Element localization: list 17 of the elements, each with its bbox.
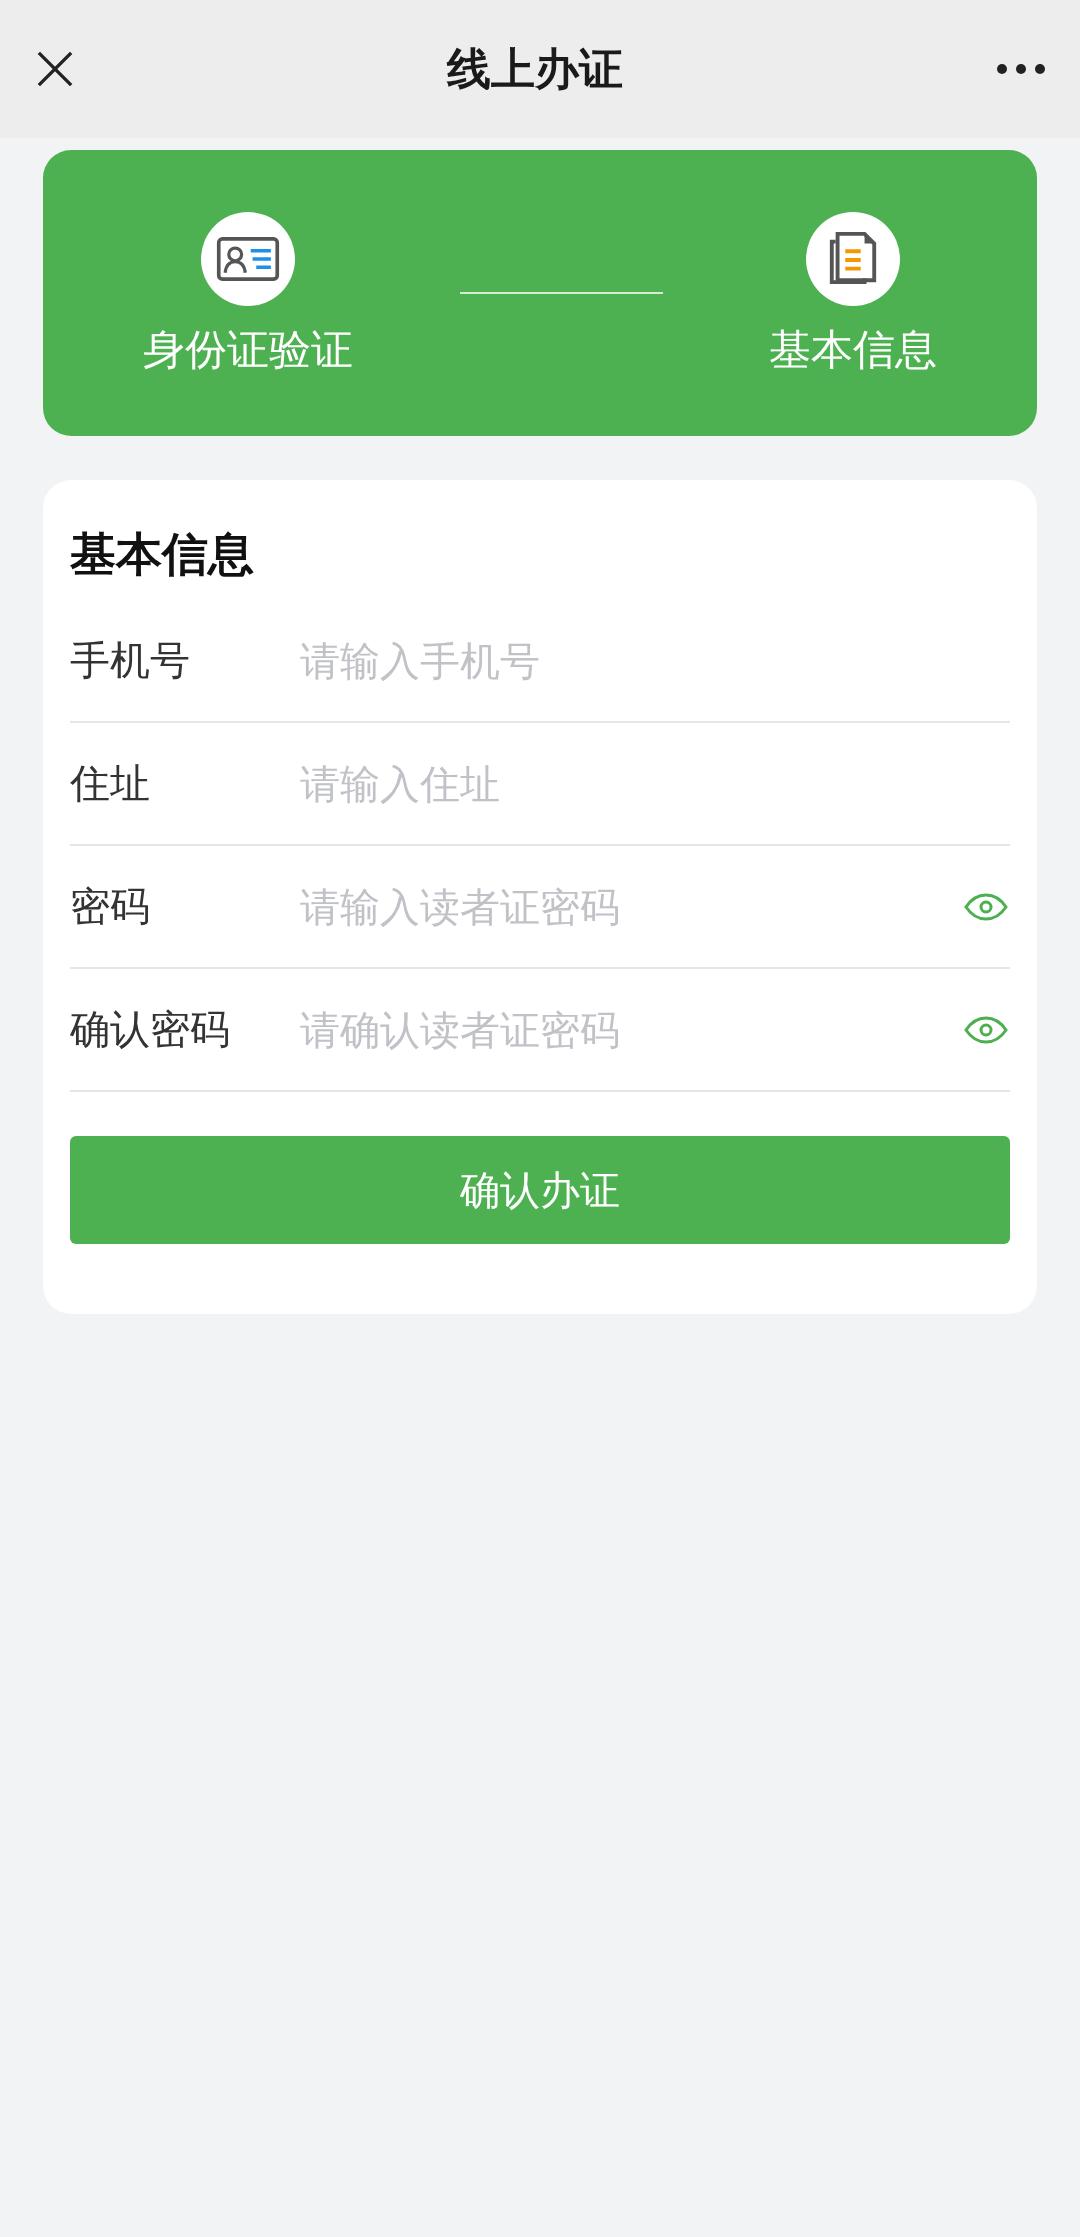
step-label: 基本信息 <box>769 324 937 376</box>
input-field[interactable]: 请输入住址 <box>300 760 1010 807</box>
submit-button[interactable]: 确认办证 <box>70 1136 1010 1244</box>
input-field[interactable]: 请确认读者证密码 <box>300 1006 964 1053</box>
eye-icon[interactable] <box>964 1015 1008 1044</box>
field-label: 手机号 <box>70 636 191 685</box>
eye-icon[interactable] <box>964 892 1008 921</box>
section-title: 基本信息 <box>70 526 255 583</box>
field-label: 住址 <box>70 759 151 808</box>
field-label: 密码 <box>70 882 151 931</box>
step-label: 身份证验证 <box>143 324 353 376</box>
input-field[interactable]: 请输入读者证密码 <box>300 883 964 930</box>
field-label: 确认密码 <box>70 1005 231 1054</box>
more-icon[interactable] <box>996 63 1046 75</box>
input-field[interactable]: 请输入手机号 <box>300 637 1010 684</box>
page-title: 线上办证 <box>447 41 623 96</box>
close-icon[interactable] <box>36 50 74 88</box>
